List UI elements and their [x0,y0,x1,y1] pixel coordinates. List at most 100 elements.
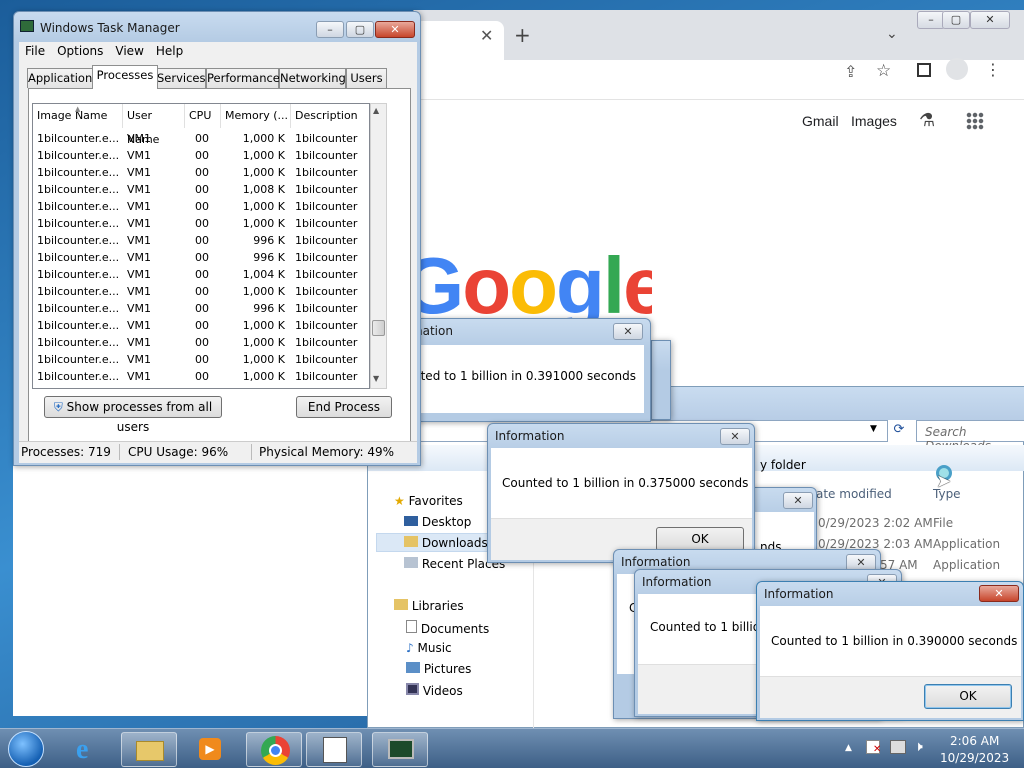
cell-cpu: 00 [195,183,209,196]
nav-music[interactable]: ♪ Music [406,641,452,655]
tab-users[interactable]: Users [346,68,387,88]
nav-downloads[interactable]: Downloads [404,536,488,550]
col-memory[interactable]: Memory (... [221,104,291,128]
cell-image-name: 1bilcounter.e... [37,302,120,315]
new-folder-fragment[interactable]: y folder [760,458,806,472]
scroll-up-icon[interactable]: ▲ [373,106,379,115]
nav-favorites[interactable]: ★ Favorites [394,494,463,508]
gmail-link[interactable]: Gmail [802,113,839,129]
file-date: 0/29/2023 2:02 AM [818,516,933,530]
scrollbar[interactable]: ▲ ▼ [370,103,387,389]
apps-grid-icon[interactable] [966,112,984,130]
nav-documents[interactable]: Documents [406,620,489,636]
table-row[interactable]: 1bilcounter.e... VM1 00 1,000 K 1bilcounter [33,164,369,181]
search-input[interactable]: Search Downloads [916,420,1024,453]
tab-networking[interactable]: Networking [279,68,346,88]
dialog-app-icon[interactable] [306,732,362,767]
col-user-name[interactable]: User Name [123,104,185,146]
cell-description: 1bilcounter [295,336,358,349]
col-cpu[interactable]: CPU [185,104,221,128]
close-button[interactable]: ✕ [613,323,643,340]
table-row[interactable]: 1bilcounter.e... VM1 00 1,000 K 1bilcounter [33,130,369,147]
close-tab-icon[interactable]: ✕ [480,26,493,45]
images-link[interactable]: Images [851,113,897,129]
chrome-icon[interactable] [246,732,302,767]
cell-description: 1bilcounter [295,302,358,315]
table-row[interactable]: 1bilcounter.e... VM1 00 1,000 K 1bilcounter [33,351,369,368]
table-row[interactable]: 1bilcounter.e... VM1 00 1,000 K 1bilcounter [33,317,369,334]
minimize-button[interactable]: – [316,21,344,38]
maximize-button[interactable]: ▢ [346,21,374,38]
task-manager-taskbar-icon[interactable] [372,732,428,767]
close-button[interactable]: ✕ [720,428,750,445]
table-row[interactable]: 1bilcounter.e... VM1 00 1,008 K 1bilcounter [33,181,369,198]
media-player-icon[interactable]: ▶ [181,732,237,767]
internet-explorer-icon[interactable]: e [62,732,118,767]
tab-search-chevron-icon[interactable]: ⌄ [886,26,898,42]
table-row[interactable]: 1bilcounter.e... VM1 00 1,000 K 1bilcounter [33,368,369,385]
nav-pictures[interactable]: Pictures [406,662,471,676]
col-date-modified[interactable]: ate modified [816,487,892,501]
chrome-toolbar [414,60,1024,100]
cell-memory: 996 K [253,302,285,315]
cell-description: 1bilcounter [295,353,358,366]
show-hidden-icons-icon[interactable]: ▲ [845,743,852,753]
table-row[interactable]: 1bilcounter.e... VM1 00 1,000 K 1bilcounter [33,215,369,232]
close-button[interactable]: ✕ [783,492,813,509]
nav-libraries[interactable]: Libraries [394,599,464,613]
table-row[interactable]: 1bilcounter.e... VM1 00 1,000 K 1bilcounter [33,283,369,300]
clock-time[interactable]: 2:06 AM [950,734,999,748]
menu-view[interactable]: View [109,42,149,60]
end-process-button[interactable]: End Process [296,396,392,418]
clock-date[interactable]: 10/29/2023 [940,751,1009,765]
start-button[interactable] [8,731,44,767]
close-button[interactable]: ✕ [970,11,1010,29]
nav-videos[interactable]: Videos [406,683,463,698]
minimize-button[interactable]: – [917,11,945,29]
address-dropdown-icon[interactable]: ▼ [870,424,877,434]
table-row[interactable]: 1bilcounter.e... VM1 00 1,000 K 1bilcounter [33,334,369,351]
new-tab-icon[interactable]: + [514,23,531,47]
ok-button[interactable]: OK [924,684,1012,709]
cell-memory: 996 K [253,234,285,247]
labs-flask-icon[interactable]: ⚗ [919,110,935,131]
maximize-button[interactable]: ▢ [942,11,970,29]
table-row[interactable]: 1bilcounter.e... VM1 00 1,000 K 1bilcounter [33,147,369,164]
table-row[interactable]: 1bilcounter.e... VM1 00 996 K 1bilcounter [33,232,369,249]
tab-performance[interactable]: Performance [206,68,280,88]
table-row[interactable]: 1bilcounter.e... VM1 00 1,000 K 1bilcounter [33,198,369,215]
nav-desktop[interactable]: Desktop [404,515,471,529]
process-list[interactable]: Image Name User Name CPU Memory (... Des… [32,103,370,389]
menu-help[interactable]: Help [150,42,189,60]
table-row[interactable]: 1bilcounter.e... VM1 00 996 K 1bilcounter [33,300,369,317]
table-row[interactable]: 1bilcounter.e... VM1 00 1,004 K 1bilcounter [33,266,369,283]
show-all-processes-button[interactable]: ⛨ Show processes from all users [44,396,222,434]
col-description[interactable]: Description [291,104,369,128]
scroll-thumb[interactable] [372,320,385,336]
ok-button[interactable]: OK [656,527,744,551]
menu-file[interactable]: File [19,42,51,60]
share-icon[interactable]: ⇪ [844,62,857,81]
tab-services[interactable]: Services [156,68,206,88]
scroll-down-icon[interactable]: ▼ [373,374,379,383]
libraries-icon [394,599,408,610]
action-center-icon[interactable]: ✕ [866,740,881,755]
side-panel-icon[interactable] [917,63,931,77]
cell-user-name: VM1 [127,268,152,281]
cell-cpu: 00 [195,217,209,230]
cell-memory: 1,000 K [242,149,285,162]
volume-icon[interactable]: 🕨 [914,739,923,755]
tab-applications[interactable]: Applications [27,68,98,88]
table-row[interactable]: 1bilcounter.e... VM1 00 996 K 1bilcounter [33,249,369,266]
file-explorer-icon[interactable] [121,732,177,767]
tab-processes[interactable]: Processes [92,65,158,89]
bookmark-star-icon[interactable]: ☆ [876,61,891,81]
close-button[interactable]: ✕ [979,585,1019,602]
status-divider [251,444,252,460]
close-button[interactable]: ✕ [375,21,415,38]
chrome-menu-icon[interactable]: ⋮ [985,60,1001,79]
profile-avatar-icon[interactable] [946,58,968,80]
menu-options[interactable]: Options [51,42,109,60]
refresh-icon[interactable]: ⟳ [889,422,909,442]
network-icon[interactable] [890,740,906,754]
